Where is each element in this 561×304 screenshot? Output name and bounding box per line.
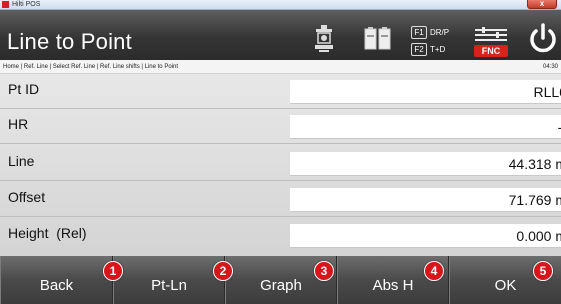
window-close-button[interactable]: x — [527, 0, 557, 9]
f2-key-label: F2 — [411, 43, 427, 56]
offset-field[interactable]: 71.769 m — [290, 188, 561, 212]
page-title: Line to Point — [7, 29, 132, 54]
field-row-height: Height (Rel) 0.000 m — [0, 218, 561, 252]
softkey-label: Pt-Ln — [151, 277, 187, 294]
fnc-icon — [475, 27, 507, 41]
instrument-icon[interactable] — [313, 24, 335, 54]
callout-badge-3: 3 — [314, 261, 334, 281]
line-field[interactable]: 44.318 m — [290, 152, 561, 176]
divider — [0, 143, 561, 144]
pt-ln-button[interactable]: Pt-Ln — [113, 256, 225, 304]
field-row-offset: Offset 71.769 m — [0, 182, 561, 216]
breadcrumb-path: Home | Ref. Line | Select Ref. Line | Re… — [3, 64, 178, 70]
fnc-button[interactable]: FNC — [474, 26, 508, 57]
softkey-label: Back — [39, 277, 74, 294]
power-icon[interactable] — [528, 22, 558, 54]
clock: 04:30 — [542, 64, 558, 70]
app-logo-icon — [2, 1, 9, 8]
field-label: Height (Rel) — [8, 225, 87, 241]
field-label: Line — [8, 153, 35, 169]
softkey-bar: Back Pt-Ln Graph Abs H OK — [0, 256, 561, 304]
field-row-line: Line 44.318 m — [0, 146, 561, 180]
back-button[interactable]: Back — [0, 256, 113, 304]
hr-field[interactable]: -- — [290, 115, 561, 139]
battery-icon — [364, 27, 391, 50]
field-label: Pt ID — [8, 81, 40, 97]
height-field[interactable]: 0.000 m — [290, 224, 561, 248]
callout-badge-4: 4 — [424, 261, 444, 281]
callout-badge-1: 1 — [103, 261, 123, 281]
os-titlebar: Hilti POS x — [0, 0, 561, 10]
field-value: RLL0 — [533, 84, 561, 100]
callout-badge-5: 5 — [533, 261, 553, 281]
field-value: 0.000 m — [516, 228, 561, 244]
app-header: Line to Point F1 DR/P F2 T+D FNC — [0, 10, 561, 60]
f2-key-function: T+D — [430, 45, 446, 54]
breadcrumb: Home | Ref. Line | Select Ref. Line | Re… — [0, 60, 561, 74]
function-key-legend: F1 DR/P F2 T+D — [411, 24, 455, 58]
field-row-pt-id: Pt ID RLL0 — [0, 74, 561, 108]
fnc-label: FNC — [474, 45, 508, 57]
f1-key-function: DR/P — [430, 28, 450, 37]
field-value: 71.769 m — [508, 192, 561, 208]
field-value: 44.318 m — [508, 156, 561, 172]
callout-badge-2: 2 — [213, 261, 233, 281]
field-row-hr: HR -- — [0, 109, 561, 143]
field-label: Offset — [8, 189, 46, 205]
measurement-form: Pt ID RLL0 HR -- Line 44.318 m Offset 71… — [0, 74, 561, 256]
divider — [0, 216, 561, 217]
pt-id-field[interactable]: RLL0 — [290, 80, 561, 104]
f1-key-label: F1 — [411, 26, 427, 39]
divider — [0, 180, 561, 181]
field-label: HR — [8, 116, 29, 132]
window-title: Hilti POS — [12, 1, 41, 8]
